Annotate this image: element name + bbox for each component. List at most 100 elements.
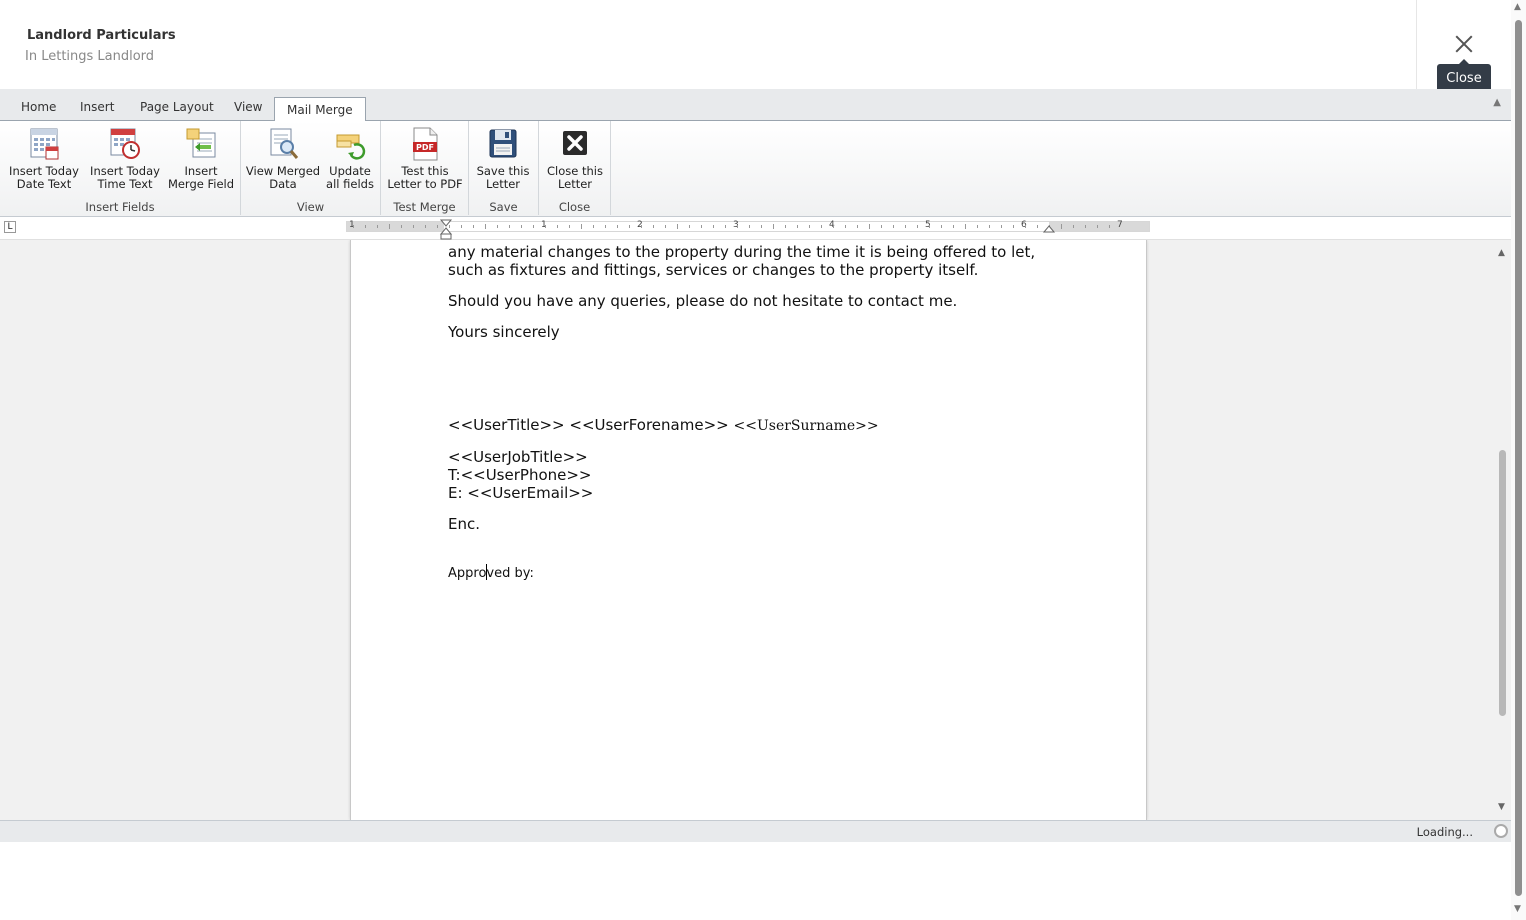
save-letter-button[interactable]: Save this Letter xyxy=(472,127,534,191)
ribbon: Insert Today Date Text Insert Today Time… xyxy=(0,121,1511,217)
queries-text: Should you have any queries, please do n… xyxy=(448,292,958,310)
scroll-up-icon[interactable]: ▲ xyxy=(1498,248,1505,258)
update-all-fields-button[interactable]: Update all fields xyxy=(324,127,376,191)
ruler-number: 7 xyxy=(1117,220,1123,230)
insert-today-date-button[interactable]: Insert Today Date Text xyxy=(6,127,82,191)
svg-text:PDF: PDF xyxy=(416,143,434,152)
user-surname-field: <<UserSurname>> xyxy=(733,418,879,434)
user-phone-field: T:<<UserPhone>> xyxy=(448,466,592,484)
ruler-tick xyxy=(485,224,486,229)
ruler-tick xyxy=(773,224,774,229)
ruler-tick xyxy=(389,224,390,229)
group-label-test-merge: Test Merge xyxy=(393,200,456,214)
ruler-tick xyxy=(1037,225,1038,228)
ruler-tick xyxy=(917,225,918,228)
ruler-tick xyxy=(665,225,666,228)
ruler-tick xyxy=(809,225,810,228)
ruler-tick xyxy=(749,225,750,228)
approved-by-part-1: Appro xyxy=(448,566,487,581)
test-letter-pdf-label-2: Letter to PDF xyxy=(387,177,463,191)
user-name-merge-fields: <<UserTitle>> <<UserForename>> <<UserSur… xyxy=(448,416,879,435)
ruler-tick xyxy=(893,225,894,228)
letter-page[interactable]: any material changes to the property dur… xyxy=(350,240,1147,820)
ruler-tick xyxy=(833,225,834,228)
tab-home[interactable]: Home xyxy=(21,100,56,114)
tab-page-layout[interactable]: Page Layout xyxy=(140,100,214,114)
insert-merge-field-button[interactable]: Insert Merge Field xyxy=(166,127,236,191)
magnifier-document-icon xyxy=(267,127,299,161)
ruler-tick xyxy=(1061,224,1062,229)
page-scroll-down-icon[interactable]: ▼ xyxy=(1514,904,1521,914)
group-separator xyxy=(610,121,611,215)
ruler-tick xyxy=(1073,225,1074,228)
ruler-tick xyxy=(977,225,978,228)
status-text: Loading... xyxy=(1416,825,1473,839)
page-scroll-up-icon[interactable]: ▲ xyxy=(1514,2,1521,12)
document-scrollbar[interactable]: ▲ ▼ xyxy=(1494,240,1511,820)
page-scroll-thumb[interactable] xyxy=(1515,20,1522,896)
user-email-field: E: <<UserEmail>> xyxy=(448,484,594,502)
close-icon[interactable] xyxy=(1450,30,1478,58)
ruler-tick xyxy=(557,225,558,228)
insert-today-time-button[interactable]: Insert Today Time Text xyxy=(87,127,163,191)
update-all-fields-label-2: all fields xyxy=(326,177,374,191)
ruler-tick xyxy=(641,225,642,228)
ruler-tick xyxy=(617,225,618,228)
ruler-tick xyxy=(857,225,858,228)
ruler-tick xyxy=(497,225,498,228)
tab-insert[interactable]: Insert xyxy=(80,100,114,114)
status-bar: Loading... xyxy=(0,820,1511,842)
ruler-left-margin xyxy=(347,222,444,231)
view-merged-data-label-2: Data xyxy=(269,177,297,191)
ruler-tick xyxy=(1085,225,1086,228)
ruler-tick xyxy=(989,225,990,228)
group-label-close: Close xyxy=(558,200,591,214)
tab-view[interactable]: View xyxy=(234,100,262,114)
sign-off-text: Yours sincerely xyxy=(448,323,560,341)
ruler-tick xyxy=(1001,225,1002,228)
collapse-ribbon-icon[interactable]: ▲ xyxy=(1493,97,1501,108)
right-indent-marker-icon[interactable] xyxy=(1043,225,1055,235)
dialog-subtitle: In Lettings Landlord xyxy=(25,49,155,64)
close-letter-label-2: Letter xyxy=(557,177,593,191)
horizontal-ruler[interactable]: 1 1 2 3 4 5 6 7 xyxy=(346,220,1150,232)
header-divider xyxy=(1416,0,1417,89)
indent-marker-icon[interactable] xyxy=(440,219,454,240)
ruler-tick xyxy=(509,225,510,228)
page-scrollbar[interactable]: ▲ ▼ xyxy=(1511,0,1526,920)
save-letter-label-2: Letter xyxy=(485,177,521,191)
ruler-tick xyxy=(1025,225,1026,228)
ruler-tick xyxy=(845,225,846,228)
ruler-tick xyxy=(593,225,594,228)
tab-mail-merge[interactable]: Mail Merge xyxy=(274,97,366,121)
scroll-thumb[interactable] xyxy=(1499,450,1506,716)
ruler-tick xyxy=(677,224,678,229)
ribbon-tab-bar: Home Insert Page Layout View Mail Merge … xyxy=(0,89,1511,121)
ruler-tick xyxy=(737,225,738,228)
user-job-title-field: <<UserJobTitle>> xyxy=(448,448,588,466)
ruler-tick xyxy=(437,225,438,228)
view-merged-data-button[interactable]: View Merged Data xyxy=(245,127,321,191)
loading-spinner-icon xyxy=(1494,824,1508,838)
ruler-tick xyxy=(785,225,786,228)
close-square-icon xyxy=(559,127,591,161)
test-letter-pdf-button[interactable]: PDF Test this Letter to PDF xyxy=(384,127,466,191)
body-text-line: such as fixtures and fittings, services … xyxy=(448,261,979,279)
dialog-header: Landlord Particulars In Lettings Landlor… xyxy=(0,0,1416,89)
close-letter-button[interactable]: Close this Letter xyxy=(543,127,607,191)
ruler-tick xyxy=(881,225,882,228)
ruler-tick xyxy=(353,225,354,228)
group-label-view: View xyxy=(296,200,325,214)
tab-stop-selector[interactable]: L xyxy=(4,221,16,233)
approved-by-part-2: ved by: xyxy=(486,566,534,581)
ruler-tick xyxy=(377,225,378,228)
ruler-tick xyxy=(653,225,654,228)
pdf-icon: PDF xyxy=(409,127,441,161)
ruler-tick xyxy=(1109,225,1110,228)
ruler-tick xyxy=(929,225,930,228)
merge-field-icon xyxy=(185,127,217,161)
calendar-clock-icon xyxy=(109,127,141,161)
ruler-tick xyxy=(953,225,954,228)
scroll-down-icon[interactable]: ▼ xyxy=(1498,802,1505,812)
ruler-tick xyxy=(797,225,798,228)
